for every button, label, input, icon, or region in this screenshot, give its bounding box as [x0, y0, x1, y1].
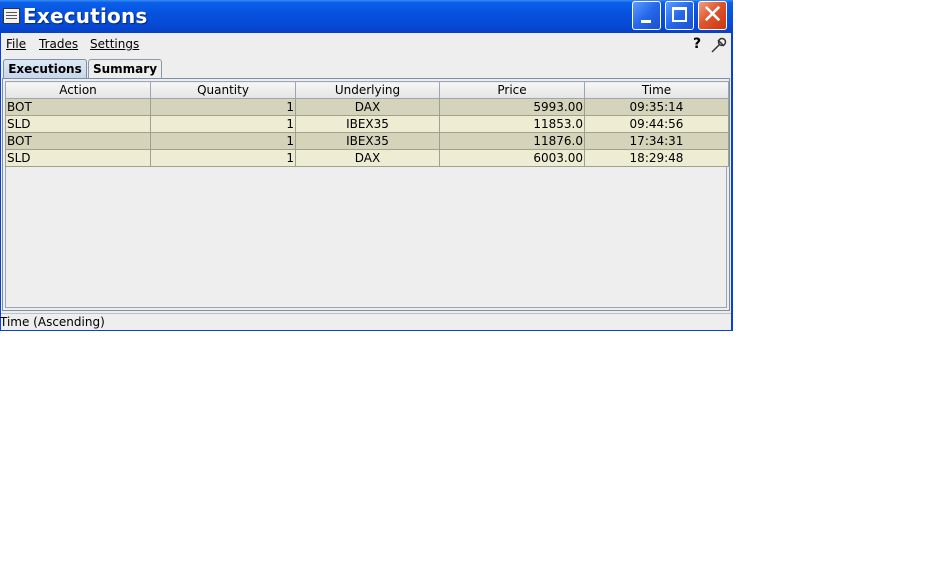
- menu-file-label: File: [6, 37, 27, 51]
- column-header-time[interactable]: Time: [584, 81, 729, 99]
- minimize-icon: [641, 20, 651, 23]
- column-header-quantity[interactable]: Quantity: [150, 81, 296, 99]
- column-header-price[interactable]: Price: [439, 81, 585, 99]
- cell-action: BOT: [5, 98, 151, 116]
- cell-underlying: DAX: [295, 149, 440, 167]
- cell-action: SLD: [5, 115, 151, 133]
- executions-panel: Action Quantity Underlying Price Time BO…: [2, 78, 730, 311]
- cell-quantity: 1: [150, 98, 296, 116]
- cell-action: SLD: [5, 149, 151, 167]
- column-header-action[interactable]: Action: [5, 81, 151, 99]
- cell-price: 5993.00: [439, 98, 585, 116]
- title-bar[interactable]: Executions ✕: [0, 0, 733, 33]
- table-row[interactable]: BOT 1 DAX 5993.00 09:35:14: [5, 98, 729, 116]
- cell-price: 11876.0: [439, 132, 585, 150]
- cell-underlying: DAX: [295, 98, 440, 116]
- menu-settings-label: Settings: [90, 37, 140, 51]
- window-title: Executions: [23, 4, 148, 28]
- menu-bar: File Trades Settings ?: [1, 33, 731, 56]
- cell-action: BOT: [5, 132, 151, 150]
- window-client: File Trades Settings ? Executions Summar…: [0, 33, 731, 330]
- cell-quantity: 1: [150, 115, 296, 133]
- minimize-button[interactable]: [632, 1, 661, 30]
- cell-underlying: IBEX35: [295, 132, 440, 150]
- cell-price: 6003.00: [439, 149, 585, 167]
- pin-icon[interactable]: [711, 37, 727, 53]
- executions-table: Action Quantity Underlying Price Time BO…: [5, 81, 729, 167]
- executions-table-area: Action Quantity Underlying Price Time BO…: [5, 81, 729, 308]
- tab-executions[interactable]: Executions: [3, 59, 87, 80]
- table-row[interactable]: BOT 1 IBEX35 11876.0 17:34:31: [5, 132, 729, 150]
- window-menu-icon[interactable]: [3, 8, 20, 24]
- status-text: Time (Ascending): [0, 315, 105, 329]
- cell-time: 09:44:56: [584, 115, 729, 133]
- menu-trades[interactable]: Trades: [39, 37, 78, 51]
- status-bar: Time (Ascending): [0, 313, 731, 330]
- table-header-row: Action Quantity Underlying Price Time: [5, 81, 729, 99]
- tab-summary[interactable]: Summary: [88, 59, 162, 78]
- close-button[interactable]: ✕: [698, 0, 727, 30]
- cell-price: 11853.0: [439, 115, 585, 133]
- menu-settings[interactable]: Settings: [90, 37, 139, 51]
- cell-time: 18:29:48: [584, 149, 729, 167]
- cell-time: 09:35:14: [584, 98, 729, 116]
- help-icon[interactable]: ?: [693, 36, 701, 52]
- tab-strip: Executions Summary: [1, 57, 731, 80]
- cell-underlying: IBEX35: [295, 115, 440, 133]
- table-row[interactable]: SLD 1 DAX 6003.00 18:29:48: [5, 149, 729, 167]
- column-header-underlying[interactable]: Underlying: [295, 81, 440, 99]
- executions-window: Executions ✕ File Trades Settings ? Exec…: [0, 0, 733, 331]
- cell-time: 17:34:31: [584, 132, 729, 150]
- table-row[interactable]: SLD 1 IBEX35 11853.0 09:44:56: [5, 115, 729, 133]
- menu-file[interactable]: File: [6, 37, 26, 51]
- close-icon: ✕: [701, 0, 724, 30]
- cell-quantity: 1: [150, 149, 296, 167]
- menu-trades-label: Trades: [39, 37, 79, 51]
- maximize-button[interactable]: [665, 1, 694, 30]
- maximize-icon: [672, 7, 687, 22]
- cell-quantity: 1: [150, 132, 296, 150]
